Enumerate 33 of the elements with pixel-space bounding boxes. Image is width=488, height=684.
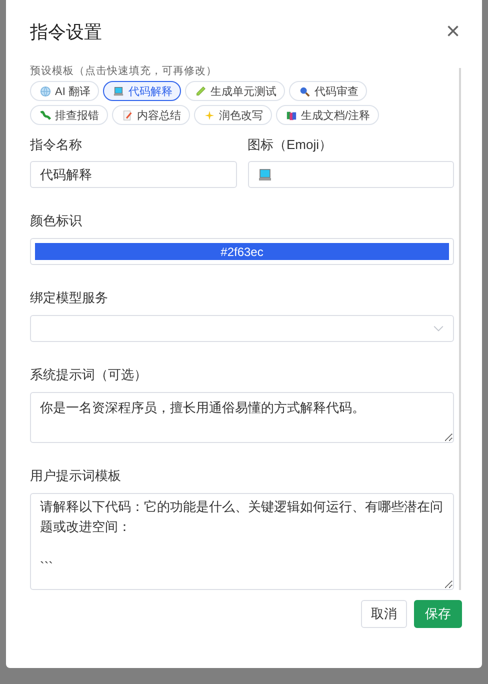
- model-select[interactable]: [30, 315, 454, 342]
- preset-chip[interactable]: 润色改写: [194, 105, 272, 125]
- laptop-icon: [258, 168, 272, 182]
- books-icon: [286, 110, 297, 120]
- close-button[interactable]: ×: [446, 20, 460, 44]
- field-label: 系统提示词（可选）: [30, 366, 148, 384]
- preset-chip[interactable]: 生成单元测试: [185, 81, 286, 101]
- name-input[interactable]: 代码解释: [30, 161, 236, 188]
- field-label: 用户提示词模板: [30, 467, 122, 485]
- field-label: 指令名称: [30, 136, 83, 154]
- system-prompt-field[interactable]: 你是一名资深程序员，擅长用通俗易懂的方式解释代码。: [30, 392, 454, 443]
- magnifier-icon: [299, 86, 310, 96]
- scrollbar[interactable]: [459, 68, 461, 590]
- preset-chip[interactable]: 排查报错: [30, 105, 108, 125]
- preset-chip[interactable]: 代码解释: [103, 81, 182, 101]
- field-label: 颜色标识: [30, 212, 83, 230]
- preset-hint: 预设模板（点击快速填充，可再修改）: [30, 64, 218, 78]
- template-field[interactable]: 请解释以下代码：它的功能是什么、关键逻辑如何运行、有哪些潜在问题或改进空间： ```: [30, 493, 454, 590]
- chevron-down-icon: [433, 325, 444, 332]
- dialog-title: 指令设置: [30, 21, 102, 44]
- laptop-icon: [113, 86, 124, 96]
- globe-icon: [40, 86, 51, 96]
- memo-icon: [122, 110, 133, 120]
- field-label: 图标（Emoji）: [248, 136, 334, 154]
- preset-chip[interactable]: AI 翻译: [30, 81, 100, 101]
- color-picker[interactable]: #2f63ec: [35, 243, 449, 260]
- preset-chip[interactable]: 内容总结: [112, 105, 190, 125]
- preset-chip[interactable]: 生成文档/注释: [276, 105, 380, 125]
- cancel-button[interactable]: 取消: [361, 600, 407, 628]
- icon-input[interactable]: [248, 161, 454, 188]
- preset-chip[interactable]: 代码审查: [289, 81, 368, 101]
- sparkles-icon: [204, 110, 215, 120]
- field-label: 绑定模型服务: [30, 289, 109, 307]
